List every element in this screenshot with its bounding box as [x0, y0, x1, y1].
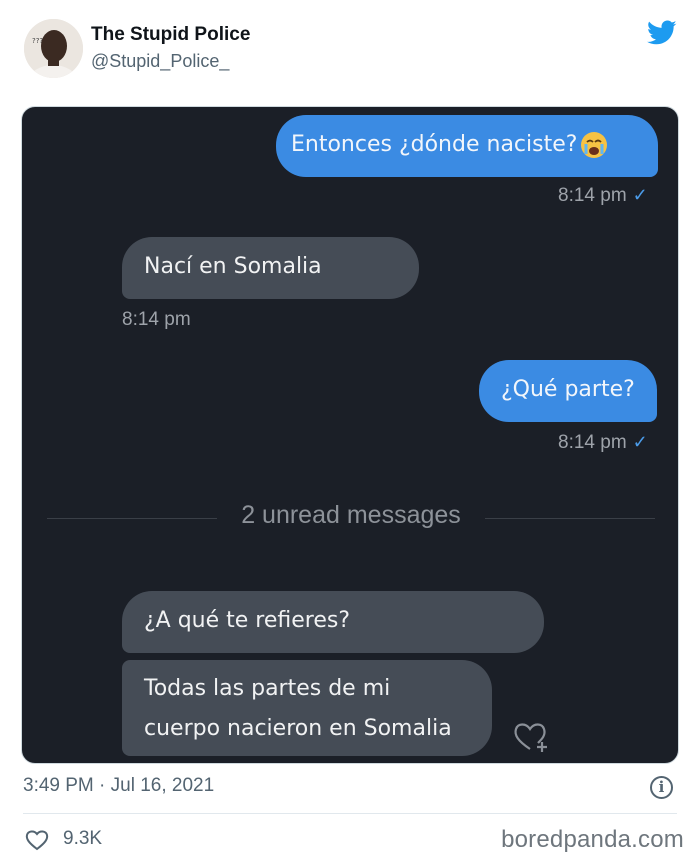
- twitter-bird-icon[interactable]: [647, 20, 677, 46]
- unread-divider: 2 unread messages: [241, 501, 461, 529]
- info-icon[interactable]: i: [650, 776, 673, 799]
- message-time: 8:14 pm: [122, 309, 191, 330]
- check-icon: ✓: [632, 432, 648, 452]
- author-handle[interactable]: @Stupid_Police_: [91, 51, 229, 72]
- message-time: 8:14 pm ✓: [558, 432, 648, 453]
- crying-face-icon: [581, 132, 608, 158]
- heart-icon[interactable]: [25, 829, 49, 851]
- message-text-line: Todas las partes de mi: [144, 676, 391, 701]
- watermark: boredpanda.com: [501, 826, 684, 853]
- avatar[interactable]: ???: [24, 19, 83, 78]
- message-text-line: cuerpo nacieron en Somalia: [144, 716, 452, 741]
- message-outgoing: Entonces ¿dónde naciste?: [276, 115, 658, 177]
- divider: [23, 813, 677, 814]
- message-text: ¿A qué te refieres?: [144, 608, 351, 633]
- chat-screenshot[interactable]: Entonces ¿dónde naciste? 8:14 pm ✓ Nací e…: [21, 106, 679, 764]
- message-text: Nací en Somalia: [144, 254, 322, 279]
- tweet-card: ??? The Stupid Police @Stupid_Police_ En…: [0, 0, 700, 866]
- message-time: 8:14 pm ✓: [558, 185, 648, 206]
- message-incoming: Todas las partes de mi cuerpo nacieron e…: [122, 660, 492, 756]
- message-text: ¿Qué parte?: [501, 377, 635, 402]
- like-count[interactable]: 9.3K: [63, 828, 102, 850]
- tweet-timestamp[interactable]: 3:49 PM · Jul 16, 2021: [23, 775, 214, 797]
- message-text: Entonces ¿dónde naciste?: [291, 132, 578, 157]
- message-outgoing: ¿Qué parte?: [479, 360, 657, 422]
- message-incoming: ¿A qué te refieres?: [122, 591, 544, 653]
- svg-text:???: ???: [32, 37, 43, 45]
- author-name[interactable]: The Stupid Police: [91, 24, 250, 46]
- check-icon: ✓: [632, 185, 648, 205]
- message-incoming: Nací en Somalia: [122, 237, 419, 299]
- heart-plus-icon[interactable]: [510, 717, 550, 757]
